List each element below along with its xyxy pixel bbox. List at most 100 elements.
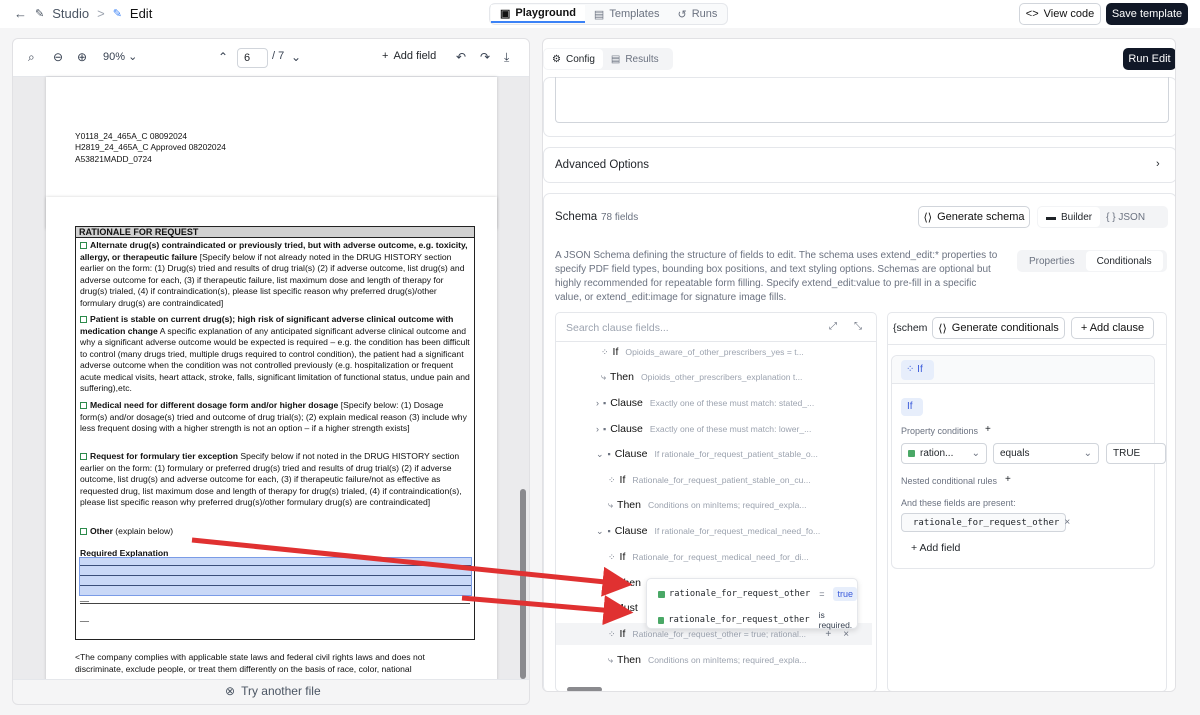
document-ids: Y0118_24_465A_C 08092024 H2819_24_465A_C… [75,131,226,164]
generate-conditionals-button[interactable]: ⟨⟩ Generate conditionals [932,317,1065,339]
field-select[interactable]: ration... ⌄ [901,443,987,464]
value-badge: true [833,587,857,601]
add-field-link[interactable]: + Add field [911,542,960,554]
generate-schema-button[interactable]: ⟨⟩ Generate schema [918,206,1030,228]
try-another-file-button[interactable]: ⊗ Try another file [225,684,321,698]
section-medical-need: Medical need for different dosage form a… [80,400,467,433]
tree-row[interactable]: › ▪ Clause Exactly one of these must match:… [556,392,874,414]
tree-row[interactable]: ⌄ ▪ Clause If rationale_for_request_patient… [556,443,874,465]
schema-title: Schema [555,211,598,223]
add-nested-icon[interactable]: + [1005,474,1011,485]
zoom-out-icon[interactable]: ⊖ [53,50,63,64]
clause-icon: ▪ [607,526,611,536]
tab-conditionals[interactable]: Conditionals [1085,251,1163,271]
arrow-left-icon[interactable]: ← [14,6,27,21]
save-template-button[interactable]: Save template [1106,3,1188,25]
results-icon: ▤ [610,53,621,65]
edit-icon: ✎ [112,8,122,20]
page-total: / 7 [272,50,285,62]
breadcrumb-studio[interactable]: Studio [52,6,89,21]
checkbox[interactable] [80,242,87,249]
pdf-page-6: RATIONALE FOR REQUEST Alternate drug(s) … [46,197,497,704]
divider [80,603,470,604]
tab-properties[interactable]: Properties [1018,251,1086,271]
chevron-down-icon: ⌄ [971,448,980,459]
checkbox[interactable] [80,453,87,460]
expand-icon[interactable]: ⤢ [829,321,837,332]
tree-row[interactable]: › ▪ Clause Exactly one of these must match:… [556,418,874,440]
advanced-options[interactable]: Advanced Options › [543,147,1175,183]
textarea[interactable] [555,77,1169,123]
properties-conditionals-toggle: Properties Conditionals [1017,250,1167,272]
search-clause-input[interactable]: Search clause fields... [566,322,669,334]
tree-row[interactable]: ⤷ Then Opioids_other_prescribers_explanati… [556,366,874,388]
chevron-down-icon: ⌄ [596,525,604,536]
breadcrumb-edit: Edit [129,6,153,21]
tree-row[interactable]: ⁘ If Rationale_for_request_patient_stable_… [556,469,874,491]
checkbox[interactable] [80,528,87,535]
undo-icon[interactable]: ↶ [456,50,466,64]
clause-icon: ▪ [603,398,607,408]
tree-row[interactable]: ⤷ Then Conditions on minItems; required_ex… [556,494,874,516]
json-toggle[interactable]: { } JSON [1100,207,1151,227]
clause-icon: ▪ [603,424,607,434]
add-icon[interactable]: + [825,629,831,640]
zoom-select[interactable]: 90% ⌄ [103,50,137,63]
property-conditions-label: Property conditions [901,426,979,436]
chevron-right-icon: › [1156,158,1160,170]
run-edit-button[interactable]: Run Edit [1123,48,1175,70]
tab-templates[interactable]: ▤ Templates [585,5,669,23]
rationale-header: RATIONALE FOR REQUEST [76,227,474,238]
chevron-down-icon: ⌄ [1083,448,1092,459]
field-check-icon [658,616,665,624]
operator-select[interactable]: equals ⌄ [993,443,1099,464]
pdf-viewer-panel: ⌕ ⊖ ⊕ 90% ⌄ ⌃ 6 / 7 ⌄ + Add field ↶ ↷ ⤓ Y… [12,38,530,705]
if-block: ⁘ If If Property conditions + ration... ⌄… [891,355,1166,569]
zoom-in-icon[interactable]: ⊕ [77,50,87,64]
branch-icon: ⤷ [601,371,607,382]
builder-icon: ▬ [1046,211,1056,223]
branch-icon: ⁘ [608,628,616,639]
close-icon[interactable]: × [843,629,849,640]
tree-row[interactable]: ⤷ Then Conditions on minItems; required_ex… [556,649,874,671]
main-tabs: ▣ Playground ▤ Templates ↺ Runs [489,3,729,25]
nested-rules-label: Nested conditional rules [901,476,998,486]
view-code-button[interactable]: <> View code [1019,3,1101,25]
add-field-button[interactable]: + Add field [382,50,436,62]
add-condition-icon[interactable]: + [985,424,991,435]
vertical-scrollbar[interactable] [520,489,526,679]
collapse-icon[interactable]: ⤡ [854,321,862,332]
conditional-editor: {schem ⟨⟩ Generate conditionals + Add cla… [887,312,1167,691]
search-icon[interactable]: ⌕ [28,50,35,65]
add-clause-button[interactable]: + Add clause [1071,317,1154,339]
if-tag: If [901,398,923,416]
tab-playground[interactable]: ▣ Playground [491,5,585,23]
download-icon[interactable]: ⤓ [504,50,509,65]
schema-card: Schema 78 fields ⟨⟩ Generate schema ▬ Buil… [543,193,1175,691]
builder-toggle[interactable]: ▬ Builder [1038,207,1101,227]
field-check-icon [908,450,915,457]
checkbox[interactable] [80,402,87,409]
required-explanation-field[interactable] [79,557,472,596]
tab-results[interactable]: ▤ Results [603,49,667,69]
branch-icon: ⤷ [608,654,614,665]
chevron-up-icon[interactable]: ⌃ [218,50,228,64]
tree-row[interactable]: ⁘ If Opioids_aware_of_other_prescribers_ye… [556,341,874,363]
chevron-right-icon: › [596,424,599,434]
tree-row[interactable]: ⁘ If Rationale_for_request_medical_need_fo… [556,546,874,568]
value-input[interactable]: TRUE [1106,443,1166,464]
chevron-right-icon: > [97,6,105,21]
chevron-right-icon: › [596,398,599,408]
tree-row[interactable]: ⌄ ▪ Clause If rationale_for_request_medical… [556,520,874,542]
page-number-input[interactable]: 6 [237,48,268,68]
redo-icon[interactable]: ↷ [480,50,490,64]
chevron-down-icon[interactable]: ⌄ [291,50,301,64]
remove-icon[interactable]: × [1064,517,1070,528]
present-field-chip: rationale_for_request_other × [901,513,1070,532]
branch-icon: ⤷ [608,577,614,588]
tab-runs[interactable]: ↺ Runs [668,5,726,23]
checkbox[interactable] [80,316,87,323]
tab-config[interactable]: ⚙ Config [544,49,603,69]
horizontal-scrollbar[interactable] [567,687,602,691]
playground-icon: ▣ [500,7,511,20]
